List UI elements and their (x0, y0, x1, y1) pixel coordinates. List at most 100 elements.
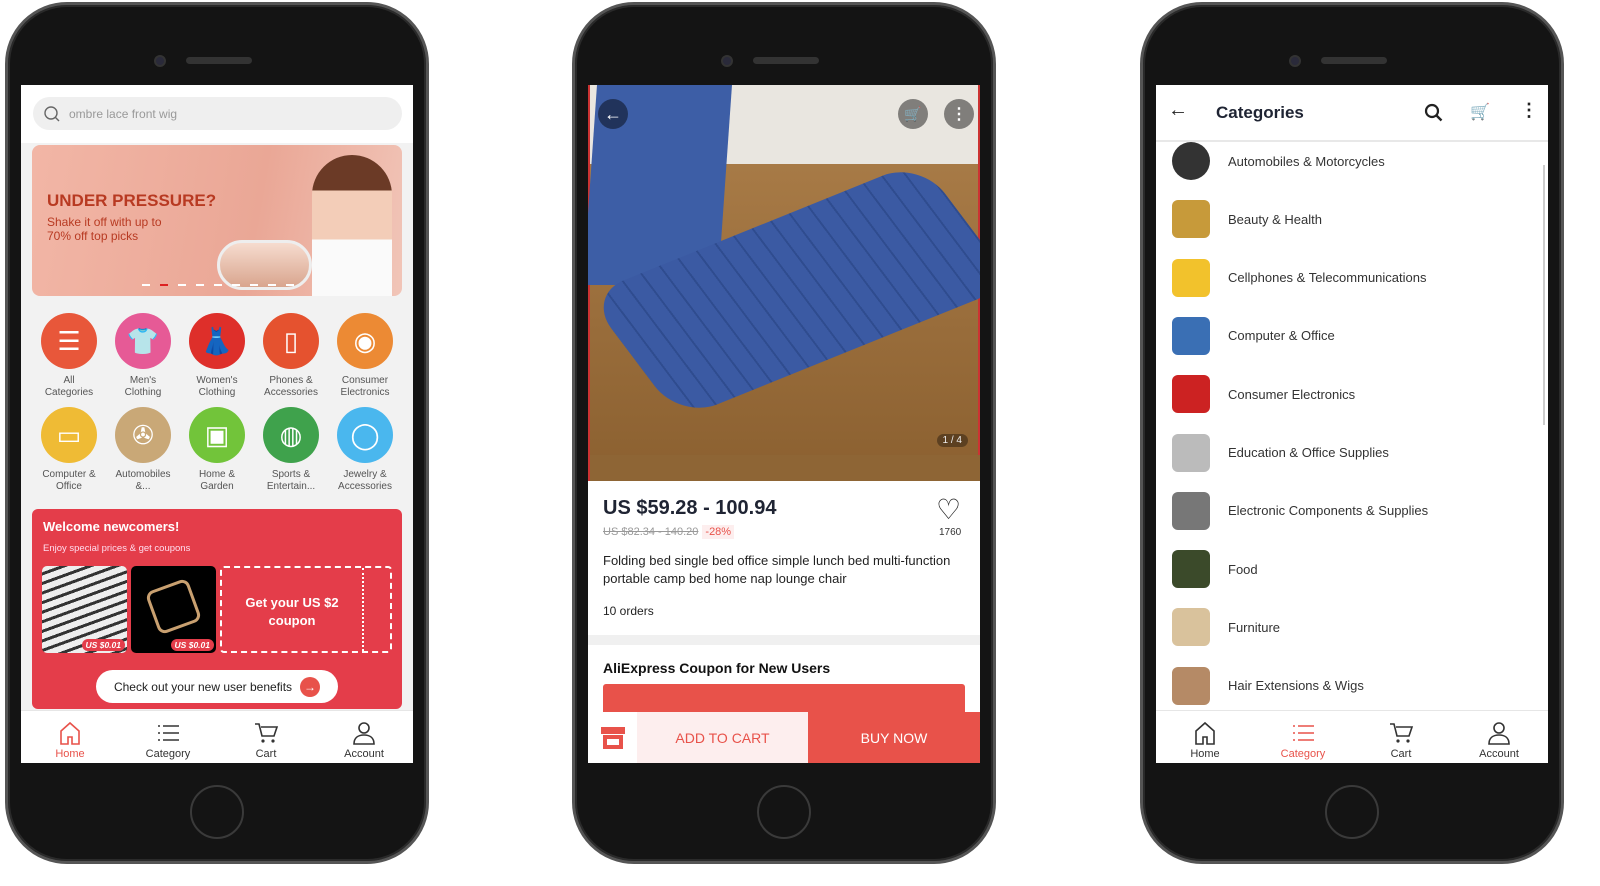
home-icon (1195, 721, 1215, 745)
category-list-item[interactable]: Education & Office Supplies (1156, 424, 1548, 482)
phone-icon: ▯ (263, 313, 319, 369)
back-icon[interactable]: ← (598, 99, 628, 129)
nav-label: Home (1190, 748, 1220, 760)
phone-home: ombre lace front wig UNDER PRESSURE? Sha… (5, 2, 429, 864)
discount-badge: -28% (702, 525, 735, 539)
account-icon (1488, 722, 1510, 745)
home-hardware-button[interactable] (190, 785, 244, 839)
bottom-nav: Home Category Cart Account (21, 710, 413, 763)
category-list-item[interactable]: Automobiles & Motorcycles (1156, 132, 1548, 190)
category-dress[interactable]: 👗 Women's Clothing (180, 313, 254, 399)
coupon-ticket[interactable]: Get your US $2 coupon (220, 566, 392, 653)
carousel-dots[interactable] (142, 284, 294, 286)
coupon-text: Get your US $2 (245, 595, 339, 610)
more-icon[interactable]: ⋮ (1520, 100, 1538, 121)
add-to-cart-button[interactable]: ADD TO CART (637, 712, 808, 763)
buy-now-button[interactable]: BUY NOW (808, 712, 980, 763)
category-basketball[interactable]: ◍ Sports & Entertain... (254, 407, 328, 493)
store-button[interactable] (588, 712, 637, 763)
image-counter: 1 / 4 (936, 434, 968, 447)
categories-screen: ← Categories 🛒 ⋮ Automobiles & Motorcycl… (1156, 85, 1548, 763)
category-label: Automobiles (115, 469, 171, 480)
product-title: Folding bed single bed office simple lun… (603, 553, 951, 586)
category-label: Consumer (341, 375, 389, 386)
category-name: Food (1228, 561, 1258, 577)
category-name: Furniture (1228, 619, 1281, 635)
category-thumbnail (1172, 433, 1210, 472)
new-user-benefits-button[interactable]: Check out your new user benefits → (96, 670, 338, 703)
wishlist-heart-icon[interactable]: ♡ (936, 493, 961, 526)
scrollbar[interactable] (1543, 165, 1545, 425)
cart-icon[interactable]: 🛒 (1470, 102, 1490, 122)
category-name: Education & Office Supplies (1228, 445, 1389, 460)
product-image[interactable]: ← 🛒 ⋮ 1 / 4 (588, 85, 980, 481)
search-input[interactable]: ombre lace front wig (33, 97, 402, 130)
coupon-text: coupon (268, 613, 316, 628)
speaker (753, 57, 819, 64)
coupon-section-title: AliExpress Coupon for New Users (603, 660, 831, 676)
action-bar: ADD TO CART BUY NOW (588, 712, 980, 763)
category-thumbnail (1172, 608, 1210, 647)
nav-cart[interactable]: Cart (217, 711, 315, 763)
category-tshirt[interactable]: 👕 Men's Clothing (106, 313, 180, 399)
nav-account[interactable]: Account (1450, 711, 1548, 763)
basketball-icon: ◍ (263, 407, 319, 463)
category-label: Entertain... (266, 481, 316, 492)
category-list[interactable]: ☰ All Categories (32, 313, 106, 399)
category-list-item[interactable]: Hair Extensions & Wigs (1156, 657, 1548, 715)
nav-home[interactable]: Home (21, 711, 119, 763)
banner-subtitle: 70% off top picks (47, 229, 139, 243)
more-icon[interactable]: ⋮ (944, 99, 974, 129)
category-list-item[interactable]: Furniture (1156, 598, 1548, 656)
category-label: Women's (196, 375, 238, 386)
category-label: All (63, 375, 75, 386)
category-name: Cellphones & Telecommunications (1228, 270, 1427, 286)
nav-category[interactable]: Category (1254, 711, 1352, 763)
category-list-item[interactable]: Beauty & Health (1156, 190, 1548, 248)
category-list-item[interactable]: Cellphones & Telecommunications (1156, 249, 1548, 307)
category-thumbnail (1172, 375, 1210, 414)
category-laptop[interactable]: ▭ Computer & Office (32, 407, 106, 493)
search-icon (44, 105, 60, 121)
category-label: Clothing (198, 387, 236, 398)
search-icon[interactable] (1424, 103, 1444, 123)
nav-label: Home (55, 748, 85, 760)
category-name: Computer & Office (1228, 328, 1335, 344)
category-label: Phones & (269, 375, 313, 386)
banner-model-image (312, 155, 392, 296)
product-screen: ← 🛒 ⋮ 1 / 4 US $59.28 - 100.94 US $82.34… (588, 85, 980, 763)
benefits-label: Check out your new user benefits (113, 679, 293, 694)
category-ring[interactable]: ◯ Jewelry & Accessories (328, 407, 402, 493)
home-hardware-button[interactable] (1325, 785, 1379, 839)
phone-product: ← 🛒 ⋮ 1 / 4 US $59.28 - 100.94 US $82.34… (572, 2, 996, 864)
category-list-item[interactable]: Electronic Components & Supplies (1156, 482, 1548, 540)
nav-cart[interactable]: Cart (1352, 711, 1450, 763)
category-armchair[interactable]: ▣ Home & Garden (180, 407, 254, 493)
deal-item[interactable]: US $0.01 (131, 566, 216, 653)
category-wheel[interactable]: ✇ Automobiles &... (106, 407, 180, 493)
category-name: Consumer Electronics (1228, 386, 1356, 402)
ring-icon: ◯ (337, 407, 393, 463)
category-list-item[interactable]: Food (1156, 540, 1548, 598)
back-arrow-icon[interactable]: ← (1168, 99, 1188, 122)
category-list-item[interactable]: Computer & Office (1156, 307, 1548, 365)
category-camera[interactable]: ◉ Consumer Electronics (328, 313, 402, 399)
camera (1289, 55, 1301, 67)
category-list-icon (158, 725, 179, 741)
category-name: Electronic Components & Supplies (1228, 503, 1429, 519)
nav-category[interactable]: Category (119, 711, 217, 763)
nav-home[interactable]: Home (1156, 711, 1254, 763)
category-phone[interactable]: ▯ Phones & Accessories (254, 313, 328, 399)
home-hardware-button[interactable] (757, 785, 811, 839)
category-list-item[interactable]: Consumer Electronics (1156, 365, 1548, 423)
nav-account[interactable]: Account (315, 711, 413, 763)
category-label: Men's (129, 375, 157, 386)
laptop-icon: ▭ (41, 407, 97, 463)
arrow-right-icon: → (300, 676, 321, 697)
category-thumbnail (1172, 200, 1210, 239)
cart-icon[interactable]: 🛒 (898, 99, 928, 129)
deal-item[interactable]: US $0.01 (42, 566, 127, 653)
welcome-title: Welcome newcomers! (43, 519, 180, 534)
promo-banner[interactable]: UNDER PRESSURE? Shake it off with up to … (32, 145, 402, 296)
category-label: Jewelry & (343, 469, 387, 480)
